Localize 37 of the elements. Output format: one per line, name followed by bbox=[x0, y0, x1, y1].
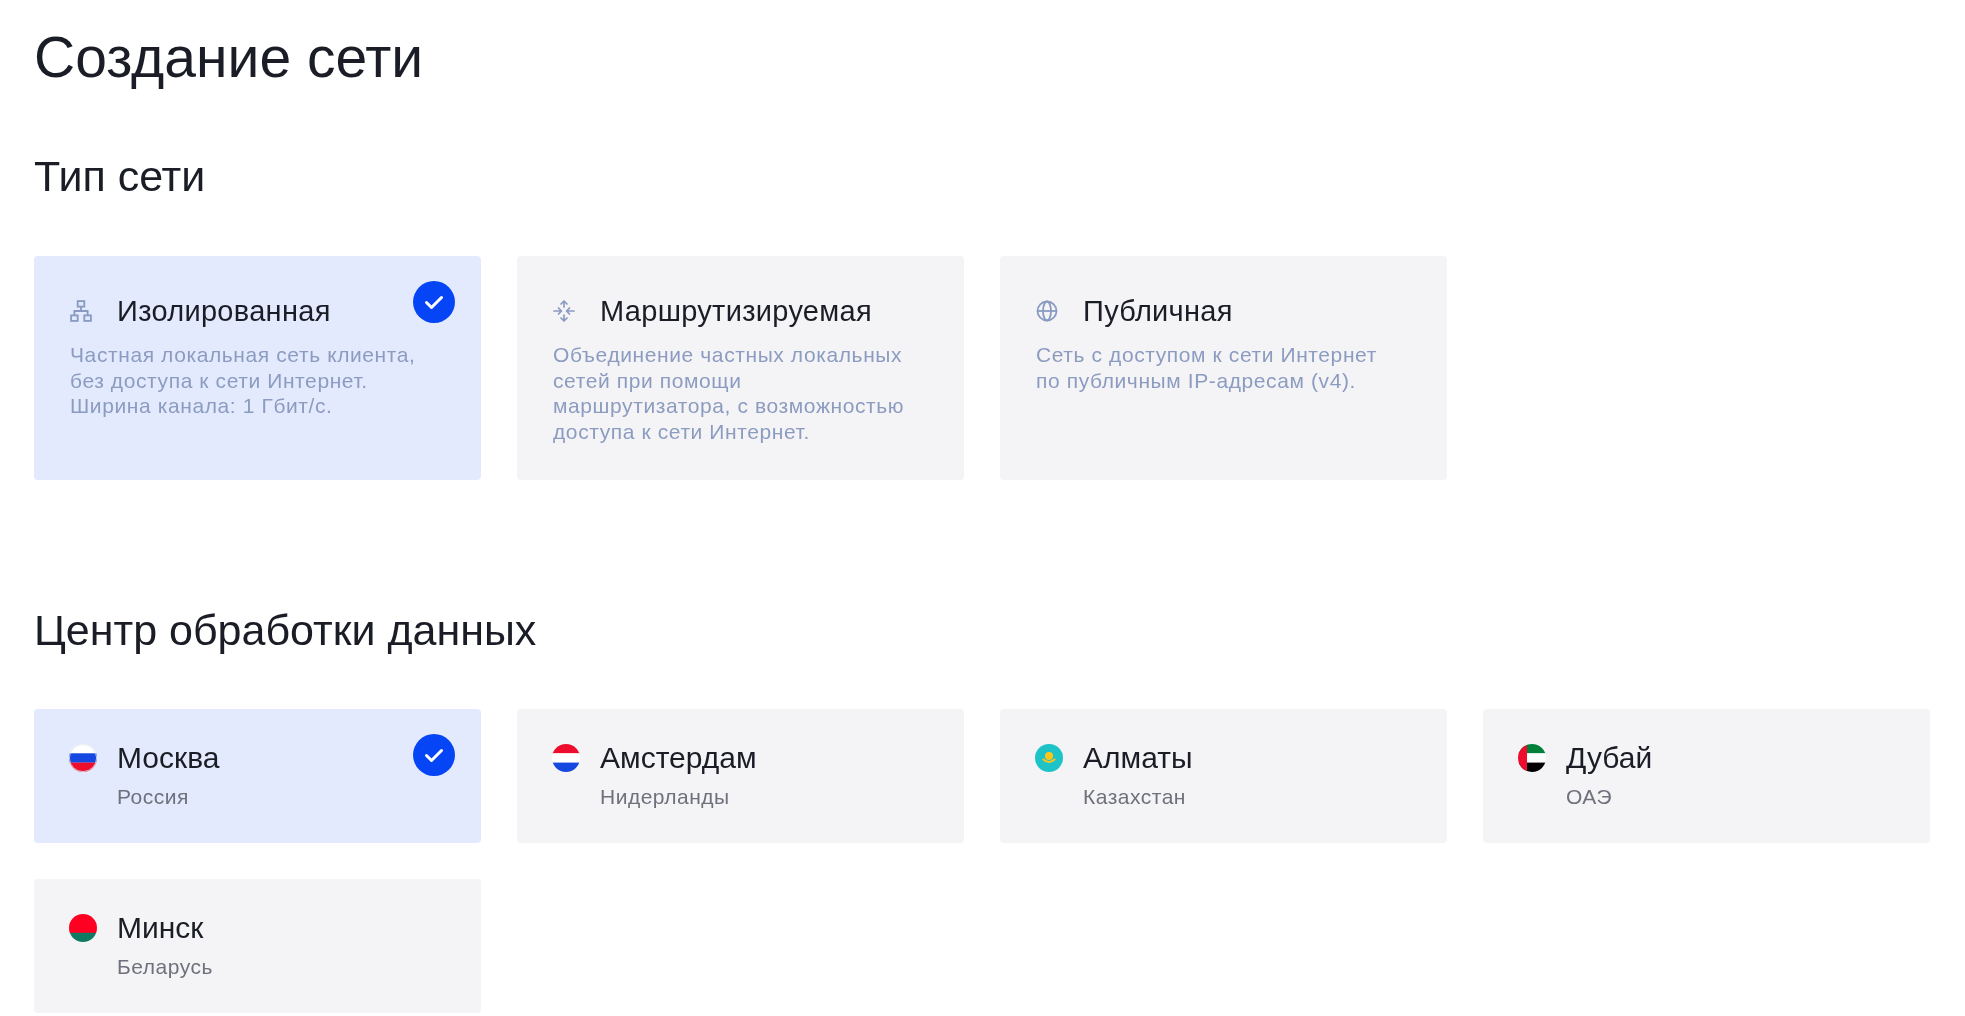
card-description: Объединение частных локальных сетей при помощи маршрутизатора, с возможностью доступа к сети Интернет. bbox=[553, 342, 906, 444]
datacenter-card[interactable]: Амстердам Нидерланды bbox=[517, 709, 964, 843]
datacenter-card[interactable]: Дубай ОАЭ bbox=[1483, 709, 1930, 843]
card-description: Частная локальная сеть клиента, без доступа к сети Интернет. Ширина канала: 1 Гбит/с. bbox=[70, 342, 417, 419]
country-name: ОАЭ bbox=[1566, 784, 1612, 810]
four-arrows-icon bbox=[553, 300, 575, 322]
city-name: Алматы bbox=[1083, 740, 1193, 776]
flag-icon bbox=[552, 744, 580, 772]
flag-icon bbox=[69, 744, 97, 772]
globe-icon bbox=[1036, 300, 1058, 322]
datacenter-card[interactable]: Алматы Казахстан bbox=[1000, 709, 1447, 843]
network-type-card[interactable]: Изолированная Частная локальная сеть клиента, без доступа к сети Интернет. Ширина канала: 1 Гбит/с. bbox=[34, 256, 481, 480]
country-name: Россия bbox=[117, 784, 189, 810]
city-name: Москва bbox=[117, 740, 220, 776]
network-type-card[interactable]: Публичная Сеть с доступом к сети Интернет по публичным IP-адресам (v4). bbox=[1000, 256, 1447, 480]
city-name: Минск bbox=[117, 910, 204, 946]
datacenter-card[interactable]: Москва Россия bbox=[34, 709, 481, 843]
datacenter-card[interactable]: Минск Беларусь bbox=[34, 879, 481, 1013]
hierarchy-icon bbox=[70, 300, 92, 322]
card-title: Изолированная bbox=[117, 294, 331, 329]
country-name: Беларусь bbox=[117, 954, 213, 980]
card-title: Маршрутизируемая bbox=[600, 294, 872, 329]
city-name: Дубай bbox=[1566, 740, 1653, 776]
flag-icon bbox=[1035, 744, 1063, 772]
page-title: Создание сети bbox=[34, 24, 424, 90]
check-circle-icon bbox=[413, 734, 455, 776]
city-name: Амстердам bbox=[600, 740, 757, 776]
network-type-card[interactable]: Маршрутизируемая Объединение частных локальных сетей при помощи маршрутизатора, с возможностью доступа к сети Интернет. bbox=[517, 256, 964, 480]
card-description: Сеть с доступом к сети Интернет по публичным IP-адресам (v4). bbox=[1036, 342, 1378, 393]
country-name: Казахстан bbox=[1083, 784, 1186, 810]
flag-icon bbox=[69, 914, 97, 942]
section-heading: Тип сети bbox=[34, 151, 206, 201]
flag-icon bbox=[1518, 744, 1546, 772]
country-name: Нидерланды bbox=[600, 784, 730, 810]
check-circle-icon bbox=[413, 281, 455, 323]
card-title: Публичная bbox=[1083, 294, 1233, 329]
section-heading: Центр обработки данных bbox=[34, 605, 537, 655]
